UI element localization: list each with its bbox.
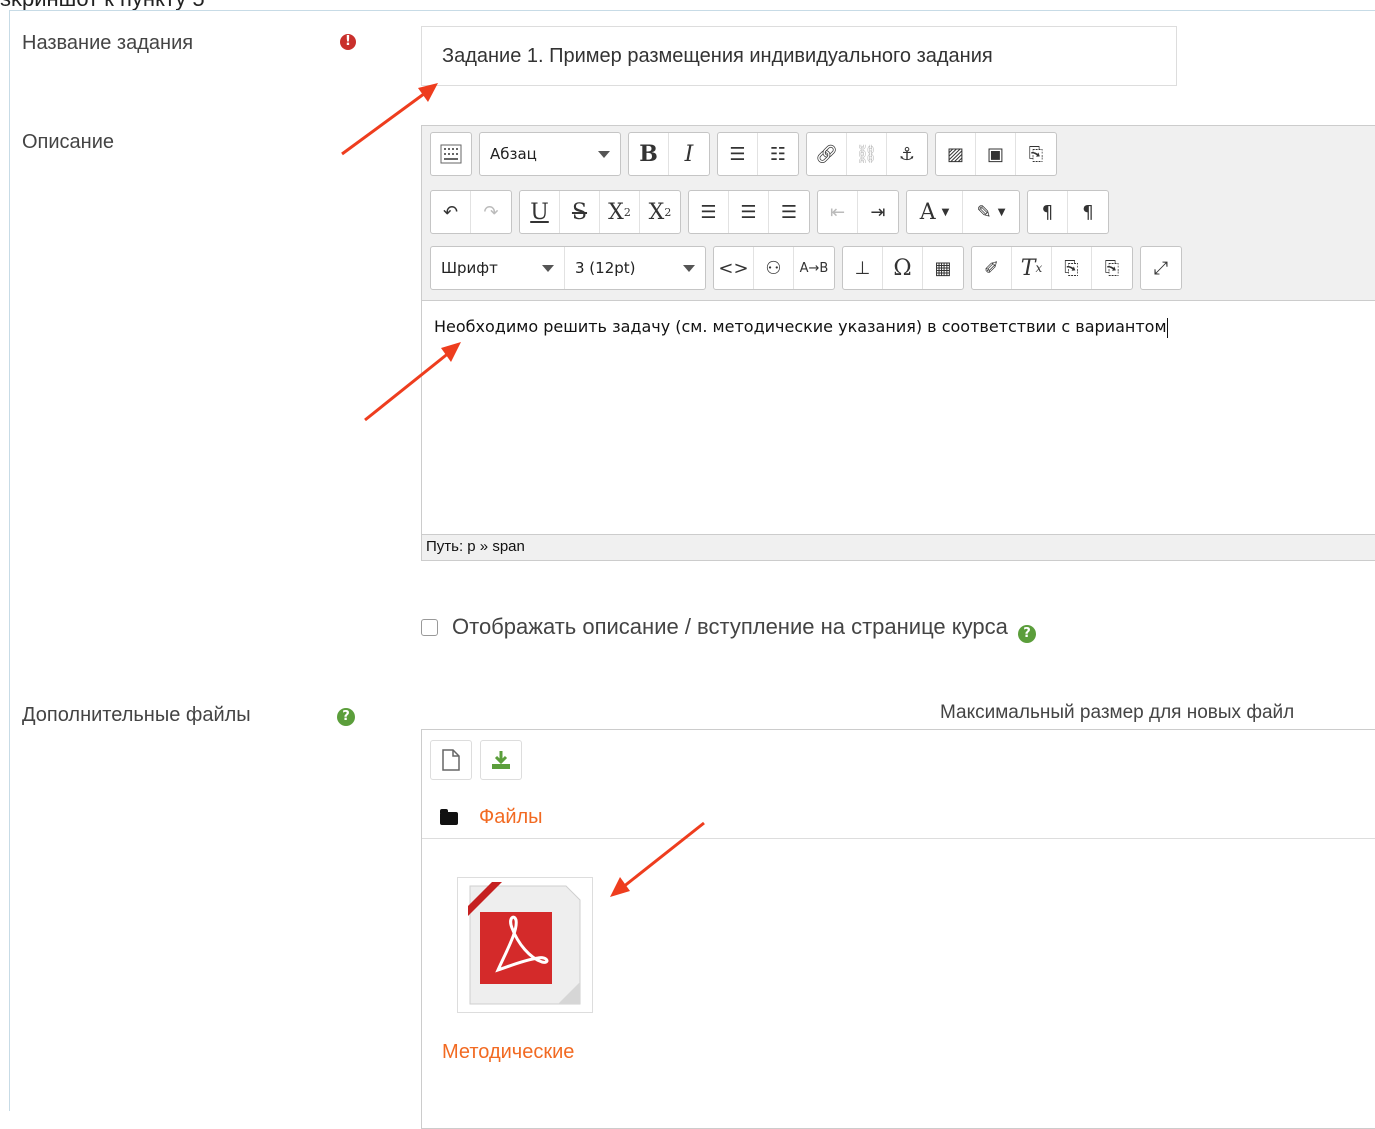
paragraph-format-select[interactable]: Абзац [480, 133, 620, 175]
clean-icon[interactable]: ✐ [972, 247, 1012, 289]
table-icon[interactable]: ▦ [923, 247, 963, 289]
highlight-color-icon[interactable]: ✎ ▼ [963, 191, 1019, 233]
toolbar-row-1: Абзац B I ☰ ☷ 🔗︎ ⛓ ⚓ ▨ ▣ ⎘ [430, 131, 1064, 177]
folder-icon [440, 809, 458, 825]
numbered-list-icon[interactable]: ☷ [758, 133, 798, 175]
chevron-down-icon [598, 150, 610, 158]
underline-icon[interactable]: U [520, 191, 560, 233]
files-folder-link[interactable]: Файлы [479, 806, 543, 829]
html-source-icon[interactable]: <> [714, 247, 754, 289]
file-name-link[interactable]: Методические [442, 1041, 574, 1064]
extra-files-label: Дополнительные файлы [22, 704, 251, 726]
required-icon: ! [340, 34, 356, 50]
media-icon[interactable]: ▣ [976, 133, 1016, 175]
show-description-checkbox[interactable] [421, 619, 438, 636]
help-icon[interactable]: ? [337, 708, 355, 726]
editor-content-area[interactable]: Необходимо решить задачу (см. методическ… [422, 300, 1375, 534]
assignment-name-input[interactable]: Задание 1. Пример размещения индивидуаль… [421, 26, 1177, 86]
italic-icon[interactable]: I [669, 133, 709, 175]
font-family-value: Шрифт [441, 259, 498, 277]
subscript-icon[interactable]: X2 [600, 191, 640, 233]
find-icon[interactable]: ⚇ [754, 247, 794, 289]
align-left-icon[interactable]: ☰ [689, 191, 729, 233]
indent-icon[interactable]: ⇥ [858, 191, 898, 233]
insert-upload-icon[interactable]: ⊥ [843, 247, 883, 289]
file-manager: Файлы Методические [421, 729, 1375, 1129]
fullscreen-icon[interactable]: ⤢ [1141, 247, 1181, 289]
add-file-button[interactable] [430, 740, 472, 780]
font-size-select[interactable]: 3 (12pt) [565, 247, 705, 289]
replace-icon[interactable]: A→B [794, 247, 834, 289]
font-size-value: 3 (12pt) [575, 259, 636, 277]
strikethrough-icon[interactable]: S [560, 191, 600, 233]
ltr-icon[interactable]: ¶ [1028, 191, 1068, 233]
special-char-icon[interactable]: Ω [883, 247, 923, 289]
annotation-arrow-icon [610, 821, 705, 897]
name-label: Название задания [22, 32, 194, 54]
breadcrumb: Файлы [422, 800, 1375, 839]
pdf-icon [468, 882, 581, 1005]
text-cursor [1166, 317, 1168, 338]
align-right-icon[interactable]: ☰ [769, 191, 809, 233]
description-editor: Абзац B I ☰ ☷ 🔗︎ ⛓ ⚓ ▨ ▣ ⎘ ↶ ↷ U S X2 X [421, 125, 1375, 561]
paragraph-format-value: Абзац [490, 145, 537, 163]
remove-format-icon[interactable]: Tx [1012, 247, 1052, 289]
editor-path-bar: Путь: p » span [422, 534, 1375, 560]
annotation-arrow-icon [364, 342, 461, 422]
download-all-button[interactable] [480, 740, 522, 780]
paste-icon[interactable]: ⎘ [1016, 133, 1056, 175]
toolbar-row-2: ↶ ↷ U S X2 X2 ☰ ☰ ☰ ⇤ ⇥ A ▼ ✎ ▼ ¶ ¶ [430, 189, 1116, 235]
help-icon[interactable]: ? [1018, 625, 1036, 643]
unlink-icon[interactable]: ⛓ [847, 133, 887, 175]
new-file-icon [442, 749, 460, 771]
rtl-icon[interactable]: ¶ [1068, 191, 1108, 233]
font-family-select[interactable]: Шрифт [431, 247, 565, 289]
annotation-arrow-icon [341, 83, 438, 156]
text-color-icon[interactable]: A ▼ [907, 191, 963, 233]
description-label: Описание [22, 131, 115, 153]
chevron-down-icon [542, 264, 554, 272]
anchor-icon[interactable]: ⚓ [887, 133, 927, 175]
chevron-down-icon [683, 264, 695, 272]
image-icon[interactable]: ▨ [936, 133, 976, 175]
align-center-icon[interactable]: ☰ [729, 191, 769, 233]
paste-text-icon[interactable]: ⎘ [1052, 247, 1092, 289]
bullet-list-icon[interactable]: ☰ [718, 133, 758, 175]
show-description-text: Отображать описание / вступление на стра… [452, 614, 1008, 639]
editor-text: Необходимо решить задачу (см. методическ… [434, 317, 1167, 336]
outdent-icon[interactable]: ⇤ [818, 191, 858, 233]
download-icon [492, 751, 510, 769]
file-thumbnail[interactable] [457, 877, 593, 1013]
max-size-note: Максимальный размер для новых файл [940, 702, 1295, 723]
paste-word-icon[interactable]: ⎘ [1092, 247, 1132, 289]
toolbar-row-3: Шрифт 3 (12pt) <> ⚇ A→B ⊥ Ω ▦ ✐ Tx ⎘ ⎘ ⤢ [430, 245, 1189, 291]
show-description-label: Отображать описание / вступление на стра… [452, 614, 1036, 643]
undo-icon[interactable]: ↶ [431, 191, 471, 233]
link-icon[interactable]: 🔗︎ [807, 133, 847, 175]
redo-icon[interactable]: ↷ [471, 191, 511, 233]
bold-icon[interactable]: B [629, 133, 669, 175]
superscript-icon[interactable]: X2 [640, 191, 680, 233]
